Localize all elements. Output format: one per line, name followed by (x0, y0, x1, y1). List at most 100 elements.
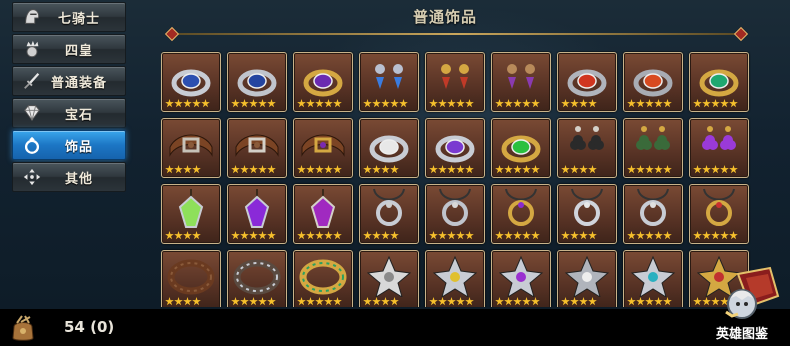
item-slot[interactable] (227, 250, 287, 307)
star-rating (495, 165, 540, 176)
star-icon (729, 99, 738, 108)
star-rating (627, 165, 672, 176)
star-icon (693, 99, 702, 108)
sidebar-item-seven-knights[interactable]: 七骑士 (12, 2, 126, 32)
star-rating (561, 99, 597, 110)
earrings-icon (441, 64, 469, 89)
ring-icon (237, 69, 277, 97)
item-slot[interactable] (359, 250, 419, 307)
star-icon (231, 165, 240, 174)
star-icon (249, 231, 258, 240)
item-slot[interactable] (293, 250, 353, 307)
amulet-icon (630, 255, 676, 297)
amulet-icon (564, 255, 610, 297)
star-icon (495, 231, 504, 240)
item-slot[interactable] (293, 184, 353, 244)
item-slot[interactable] (161, 250, 221, 307)
item-slot[interactable] (293, 118, 353, 178)
belt-icon (169, 134, 213, 157)
star-rating (627, 297, 672, 307)
sidebar-item-four-emperors[interactable]: 四皇 (12, 34, 126, 64)
star-rating (363, 165, 399, 176)
star-rating (297, 165, 342, 176)
star-icon (720, 231, 729, 240)
ring-icon (21, 134, 43, 156)
star-icon (522, 297, 531, 306)
item-slot[interactable] (425, 52, 485, 112)
star-icon (240, 165, 249, 174)
item-slot[interactable] (161, 52, 221, 112)
item-slot[interactable] (557, 250, 617, 307)
item-slot[interactable] (293, 52, 353, 112)
item-slot[interactable] (425, 250, 485, 307)
star-rating (627, 99, 672, 110)
star-icon (522, 231, 531, 240)
title-divider (170, 33, 742, 35)
ring-icon (501, 135, 541, 163)
star-icon (372, 99, 381, 108)
sidebar-item-accessories[interactable]: 饰品 (12, 130, 126, 160)
star-rating (429, 165, 474, 176)
item-slot[interactable] (227, 52, 287, 112)
star-icon (438, 297, 447, 306)
item-slot[interactable] (359, 52, 419, 112)
star-icon (588, 297, 597, 306)
star-icon (711, 99, 720, 108)
item-slot[interactable] (491, 250, 551, 307)
item-slot[interactable] (557, 184, 617, 244)
item-slot[interactable] (689, 52, 749, 112)
star-icon (579, 165, 588, 174)
star-icon (363, 231, 372, 240)
star-icon (390, 99, 399, 108)
item-slot[interactable] (623, 52, 683, 112)
ring-icon (633, 69, 673, 97)
item-slot[interactable] (425, 118, 485, 178)
star-icon (438, 99, 447, 108)
star-icon (570, 165, 579, 174)
sidebar-item-gems[interactable]: 宝石 (12, 98, 126, 128)
item-slot[interactable] (557, 52, 617, 112)
item-slot[interactable] (623, 118, 683, 178)
item-slot[interactable] (359, 118, 419, 178)
category-sidebar: 七骑士 四皇 普通装备 宝石 饰品 其他 (12, 2, 126, 192)
item-slot[interactable] (161, 118, 221, 178)
item-slot[interactable] (227, 184, 287, 244)
item-slot[interactable] (491, 52, 551, 112)
star-icon (579, 297, 588, 306)
necklace-icon (703, 188, 735, 226)
star-rating (429, 99, 474, 110)
item-slot[interactable] (623, 250, 683, 307)
item-slot[interactable] (689, 118, 749, 178)
star-icon (711, 231, 720, 240)
sidebar-item-normal-equipment[interactable]: 普通装备 (12, 66, 126, 96)
star-icon (702, 165, 711, 174)
item-slot[interactable] (557, 118, 617, 178)
star-icon (315, 165, 324, 174)
page-title: 普通饰品 (412, 8, 477, 26)
item-slot[interactable] (623, 184, 683, 244)
item-slot[interactable] (227, 118, 287, 178)
item-slot[interactable] (425, 184, 485, 244)
star-icon (297, 99, 306, 108)
star-icon (429, 231, 438, 240)
item-slot[interactable] (359, 184, 419, 244)
gem-icon (21, 102, 43, 124)
star-icon (447, 99, 456, 108)
knight-helmet-icon (21, 6, 43, 28)
star-icon (267, 297, 276, 306)
sidebar-item-others[interactable]: 其他 (12, 162, 126, 192)
item-slot[interactable] (161, 184, 221, 244)
star-icon (363, 99, 372, 108)
clover-icon (702, 126, 736, 150)
item-slot[interactable] (689, 184, 749, 244)
star-icon (390, 297, 399, 306)
item-slot[interactable] (491, 118, 551, 178)
hero-codex-button[interactable]: 英雄图鉴 (698, 266, 786, 346)
item-slot[interactable] (491, 184, 551, 244)
star-icon (579, 231, 588, 240)
star-icon (636, 231, 645, 240)
star-icon (429, 99, 438, 108)
star-icon (729, 165, 738, 174)
star-icon (579, 99, 588, 108)
star-icon (165, 99, 174, 108)
